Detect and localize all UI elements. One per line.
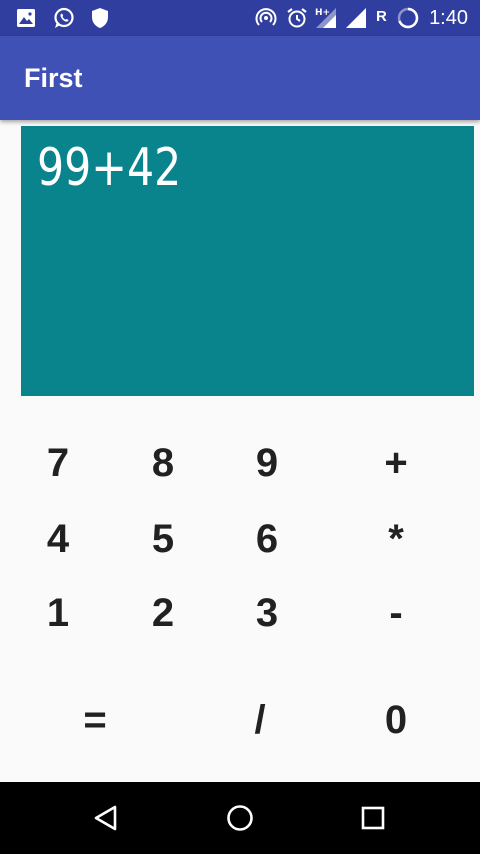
expression-text: 99+42 (37, 138, 182, 198)
status-bar: H+ R 1:40 (0, 0, 480, 36)
clock: 1:40 (429, 7, 468, 29)
svg-text:H+: H+ (315, 8, 330, 18)
shield-icon (92, 8, 108, 28)
image-icon (17, 9, 35, 27)
key-5[interactable]: 5 (123, 509, 203, 569)
key-minus[interactable]: - (356, 583, 436, 643)
back-button[interactable] (88, 800, 124, 836)
alarm-icon (287, 8, 307, 28)
home-button[interactable] (222, 800, 258, 836)
key-equals[interactable]: = (55, 690, 135, 750)
key-divide[interactable]: / (220, 690, 300, 750)
key-plus[interactable]: + (356, 433, 436, 493)
key-9[interactable]: 9 (227, 433, 307, 493)
hotspot-icon (255, 8, 277, 26)
key-7[interactable]: 7 (18, 433, 98, 493)
back-icon (94, 805, 117, 831)
app-title: First (24, 63, 83, 93)
key-4[interactable]: 4 (18, 509, 98, 569)
key-3[interactable]: 3 (227, 583, 307, 643)
signal-icon (346, 8, 366, 28)
recents-icon (361, 806, 385, 830)
key-8[interactable]: 8 (123, 433, 203, 493)
app-bar: First (0, 36, 480, 120)
key-1[interactable]: 1 (18, 583, 98, 643)
key-multiply[interactable]: * (356, 509, 436, 569)
recents-button[interactable] (355, 800, 391, 836)
home-icon (227, 805, 253, 831)
calculator-screen: H+ R 1:40 First 99+42 7 8 9 + 4 5 6 * 1 … (0, 0, 480, 854)
calculator-display: 99+42 (21, 126, 474, 396)
battery-charging-icon (397, 7, 419, 29)
navigation-bar (0, 782, 480, 854)
key-6[interactable]: 6 (227, 509, 307, 569)
hplus-signal-icon: H+ (315, 8, 336, 28)
key-0[interactable]: 0 (356, 690, 436, 750)
roaming-indicator: R (376, 8, 387, 25)
whatsapp-icon (54, 7, 74, 28)
key-2[interactable]: 2 (123, 583, 203, 643)
